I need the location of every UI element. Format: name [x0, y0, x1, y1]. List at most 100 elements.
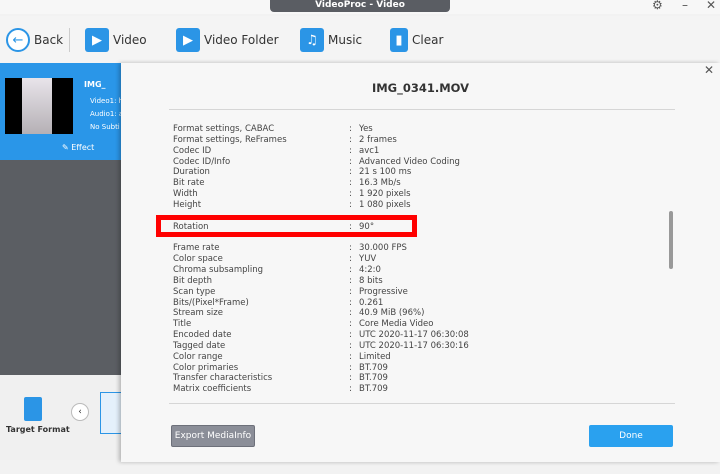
info-key: Tagged date [173, 340, 226, 351]
info-key: Duration [173, 167, 210, 178]
separator: : [349, 286, 352, 297]
divider [69, 28, 70, 52]
info-key: Matrix coefficients [173, 384, 252, 395]
info-row: Scan type: Progressive [173, 287, 573, 298]
subtitle-track: No Subti [90, 123, 120, 131]
title-bar: VideoProc - Video ⚙ – ✕ [0, 0, 720, 14]
info-key: Format settings, CABAC [173, 124, 275, 134]
back-arrow-icon: ← [6, 28, 30, 52]
info-value: UTC 2020-11-17 06:30:16 [359, 340, 469, 351]
scrollbar[interactable] [669, 211, 673, 269]
separator: : [349, 243, 352, 254]
add-video-button[interactable]: ▶ Video [85, 28, 147, 52]
info-key: Bit rate [173, 178, 205, 189]
separator: : [349, 319, 352, 330]
separator: : [349, 351, 352, 362]
info-row: Bit depth:8 bits [173, 276, 573, 287]
info-value: Yes [359, 124, 373, 134]
info-value: avc1 [359, 145, 380, 156]
info-value: 30.000 FPS [359, 243, 407, 254]
toolbar: ← Back ▶ Video ▶ Video Folder ♫ Music ▮ Clear [0, 16, 720, 64]
info-key: Bit depth [173, 275, 212, 286]
done-button[interactable]: Done [589, 425, 673, 447]
info-row: Chroma subsampling:4:2:0 [173, 265, 573, 276]
file-name: IMG_ [84, 80, 106, 89]
info-row: Codec ID: avc1 [173, 146, 573, 157]
info-row: Format settings, ReFrames:2 frames [173, 135, 573, 146]
settings-icon[interactable]: ⚙ [652, 0, 663, 12]
window-title: VideoProc - Video [270, 0, 450, 12]
clear-label: Clear [412, 33, 444, 47]
separator: : [349, 145, 352, 156]
info-row: Bits/(Pixel*Frame):0.261 [173, 298, 573, 309]
format-thumbnail[interactable] [100, 392, 122, 434]
info-value: BT.709 [359, 362, 388, 373]
music-add-icon: ♫ [300, 28, 324, 52]
info-value: Core Media Video [359, 319, 434, 330]
info-row: Matrix coefficients: BT.709 [173, 384, 573, 395]
separator: : [349, 178, 352, 189]
info-row: Encoded date: UTC 2020-11-17 06:30:08 [173, 330, 573, 341]
clear-button[interactable]: ▮ Clear [390, 28, 443, 52]
separator: : [349, 189, 352, 200]
audio-track: Audio1: a [90, 110, 124, 118]
info-key: Color space [173, 254, 223, 265]
media-info-dialog: ✕ IMG_0341.MOV Format settings, CABAC: Ye… [121, 63, 720, 462]
back-button[interactable]: ← Back [6, 28, 63, 52]
separator: : [349, 167, 352, 178]
target-format-label[interactable]: Target Format [6, 425, 70, 434]
close-icon[interactable]: ✕ [704, 63, 714, 77]
add-music-button[interactable]: ♫ Music [300, 28, 362, 52]
info-key: Height [173, 199, 202, 210]
video-track: Video1: h [90, 97, 124, 105]
info-key: Frame rate [173, 243, 220, 254]
info-value: Progressive [359, 286, 408, 297]
video-thumbnail [5, 78, 73, 134]
info-row: Stream size:40.9 MiB (96%) [173, 308, 573, 319]
info-row: Title: Core Media Video [173, 319, 573, 330]
separator: : [349, 254, 352, 265]
info-value: Limited [359, 351, 391, 362]
export-mediainfo-button[interactable]: Export MediaInfo [171, 425, 255, 447]
info-row: Bit rate:16.3 Mb/s [173, 178, 573, 189]
target-format-icon [24, 397, 42, 421]
chevron-left-icon[interactable]: ‹ [71, 403, 89, 421]
info-row: Height:1 080 pixels [173, 200, 573, 211]
info-key: Color primaries [173, 362, 239, 373]
separator: : [349, 373, 352, 384]
info-value: BT.709 [359, 373, 388, 384]
info-key: Stream size [173, 308, 223, 319]
info-key: Scan type [173, 286, 216, 297]
info-key: Width [173, 189, 198, 200]
add-video-folder-button[interactable]: ▶ Video Folder [176, 28, 279, 52]
separator: : [349, 134, 352, 145]
dialog-title: IMG_0341.MOV [371, 81, 470, 95]
info-row: Tagged date: UTC 2020-11-17 06:30:16 [173, 341, 573, 352]
info-row: Color primaries: BT.709 [173, 363, 573, 374]
info-value: UTC 2020-11-17 06:30:08 [359, 330, 469, 341]
separator: : [349, 297, 352, 308]
info-key: Encoded date [173, 330, 232, 341]
effect-button[interactable]: ✎ Effect [62, 143, 94, 152]
minimize-button[interactable]: – [682, 0, 688, 12]
info-row: Duration:21 s 100 ms [173, 167, 573, 178]
info-value: 16.3 Mb/s [359, 178, 401, 189]
close-window-button[interactable]: ✕ [706, 0, 716, 12]
video-label: Video [113, 33, 147, 47]
media-info-list: Format settings, CABAC: Yes Format setting… [173, 124, 573, 395]
info-row: Color range: Limited [173, 352, 573, 363]
separator: : [349, 384, 352, 395]
separator: : [349, 124, 352, 134]
info-value: 2 frames [359, 134, 397, 145]
info-key: Chroma subsampling [173, 264, 264, 275]
info-row: Codec ID/Info: Advanced Video Coding [173, 157, 573, 168]
info-row: Frame rate:30.000 FPS [173, 243, 573, 254]
info-value: 4:2:0 [359, 264, 381, 275]
info-value: 1 920 pixels [359, 189, 411, 200]
separator: : [349, 308, 352, 319]
info-row: Transfer characteristics: BT.709 [173, 373, 573, 384]
info-value: 21 s 100 ms [359, 167, 412, 178]
video-item-card[interactable]: IMG_ Video1: h Audio1: a No Subti ✎ Effe… [0, 63, 125, 160]
divider [169, 109, 675, 110]
info-value: BT.709 [359, 384, 388, 395]
